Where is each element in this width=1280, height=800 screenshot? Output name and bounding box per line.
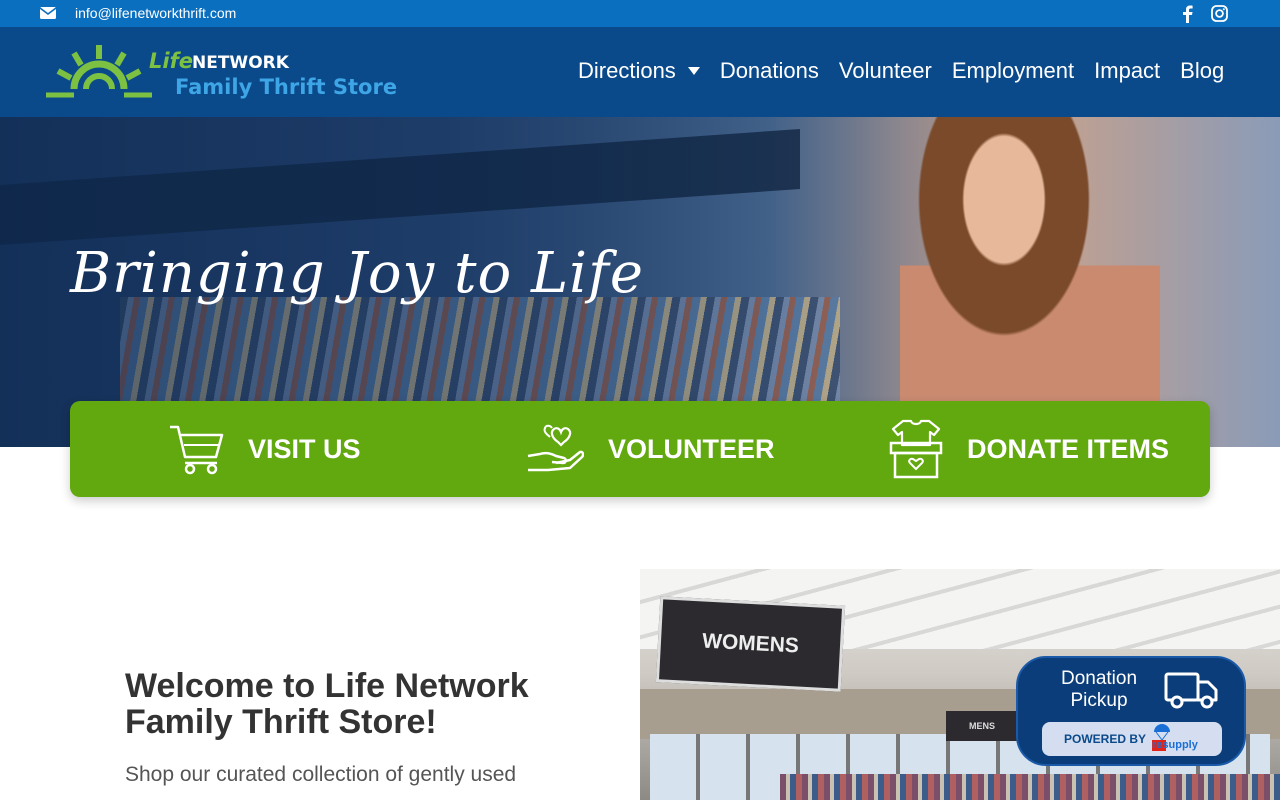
instagram-icon[interactable] <box>1211 5 1228 22</box>
welcome-paragraph: Shop our curated collection of gently us… <box>125 763 517 786</box>
logo-network-text: NETWORK <box>192 53 289 73</box>
sun-logo-icon <box>46 45 152 98</box>
nav-item-donations[interactable]: Donations <box>720 58 819 84</box>
visit-us-button[interactable]: VISIT US <box>168 401 361 497</box>
primary-menu: Directions Donations Volunteer Employmen… <box>578 58 1224 84</box>
nav-item-label: Directions <box>578 58 676 83</box>
mens-sign: MENS <box>946 711 1018 741</box>
cta-bar: VISIT US VOLUNTEER DONATE ITEMS <box>70 401 1210 497</box>
nav-item-employment[interactable]: Employment <box>952 58 1074 84</box>
powered-by-label: POWERED BY <box>1064 732 1147 746</box>
nav-item-impact[interactable]: Impact <box>1094 58 1160 84</box>
mens-sign-text: MENS <box>968 721 995 731</box>
nav-item-directions[interactable]: Directions <box>578 58 700 84</box>
envelope-icon <box>40 7 56 19</box>
hero-banner: Bringing Joy to Life <box>0 117 1280 447</box>
truck-icon <box>1164 672 1218 709</box>
shopping-cart-icon <box>170 425 224 475</box>
welcome-heading: Welcome to Life Network Family Thrift St… <box>125 667 529 741</box>
site-logo[interactable]: Life NETWORK Family Thrift Store <box>44 41 404 103</box>
cta-label: DONATE ITEMS <box>967 433 1169 464</box>
cta-label: VOLUNTEER <box>608 433 775 464</box>
nav-item-label: Employment <box>951 58 1075 83</box>
resupply-brand-text: resupply <box>1152 739 1198 751</box>
clothing-racks <box>780 774 1280 800</box>
logo-store-text: Family Thrift Store <box>175 75 398 99</box>
donate-items-button[interactable]: DONATE ITEMS <box>889 401 1169 497</box>
contact-email-link[interactable]: info@lifenetworkthrift.com <box>75 5 236 21</box>
heart-hand-icon <box>527 424 584 472</box>
top-contact-bar: info@lifenetworkthrift.com <box>0 0 1280 27</box>
logo-life-text: Life <box>149 49 193 73</box>
womens-sign: WOMENS <box>655 596 846 692</box>
donation-pickup-title: Donation Pickup <box>1060 668 1138 711</box>
powered-by-badge: POWERED BY resupply <box>1042 722 1222 756</box>
nav-item-label: Donations <box>719 58 819 83</box>
donation-pickup-widget[interactable]: Donation Pickup POWERED BY resupply <box>1016 656 1246 766</box>
caret-down-icon[interactable] <box>687 67 700 75</box>
nav-item-label: Blog <box>1180 58 1225 83</box>
nav-item-label: Volunteer <box>838 58 932 83</box>
donation-box-icon <box>889 419 943 479</box>
facebook-icon[interactable] <box>1180 4 1194 23</box>
hero-tagline: Bringing Joy to Life <box>70 241 644 306</box>
cta-label: VISIT US <box>248 433 361 464</box>
resupply-brand-word: resupply <box>1152 739 1198 751</box>
womens-sign-text: WOMENS <box>701 629 800 658</box>
nav-item-blog[interactable]: Blog <box>1180 58 1224 84</box>
nav-item-volunteer[interactable]: Volunteer <box>839 58 932 84</box>
main-navbar: Life NETWORK Family Thrift Store Directi… <box>0 27 1280 117</box>
nav-item-label: Impact <box>1094 58 1161 83</box>
volunteer-button[interactable]: VOLUNTEER <box>526 401 775 497</box>
